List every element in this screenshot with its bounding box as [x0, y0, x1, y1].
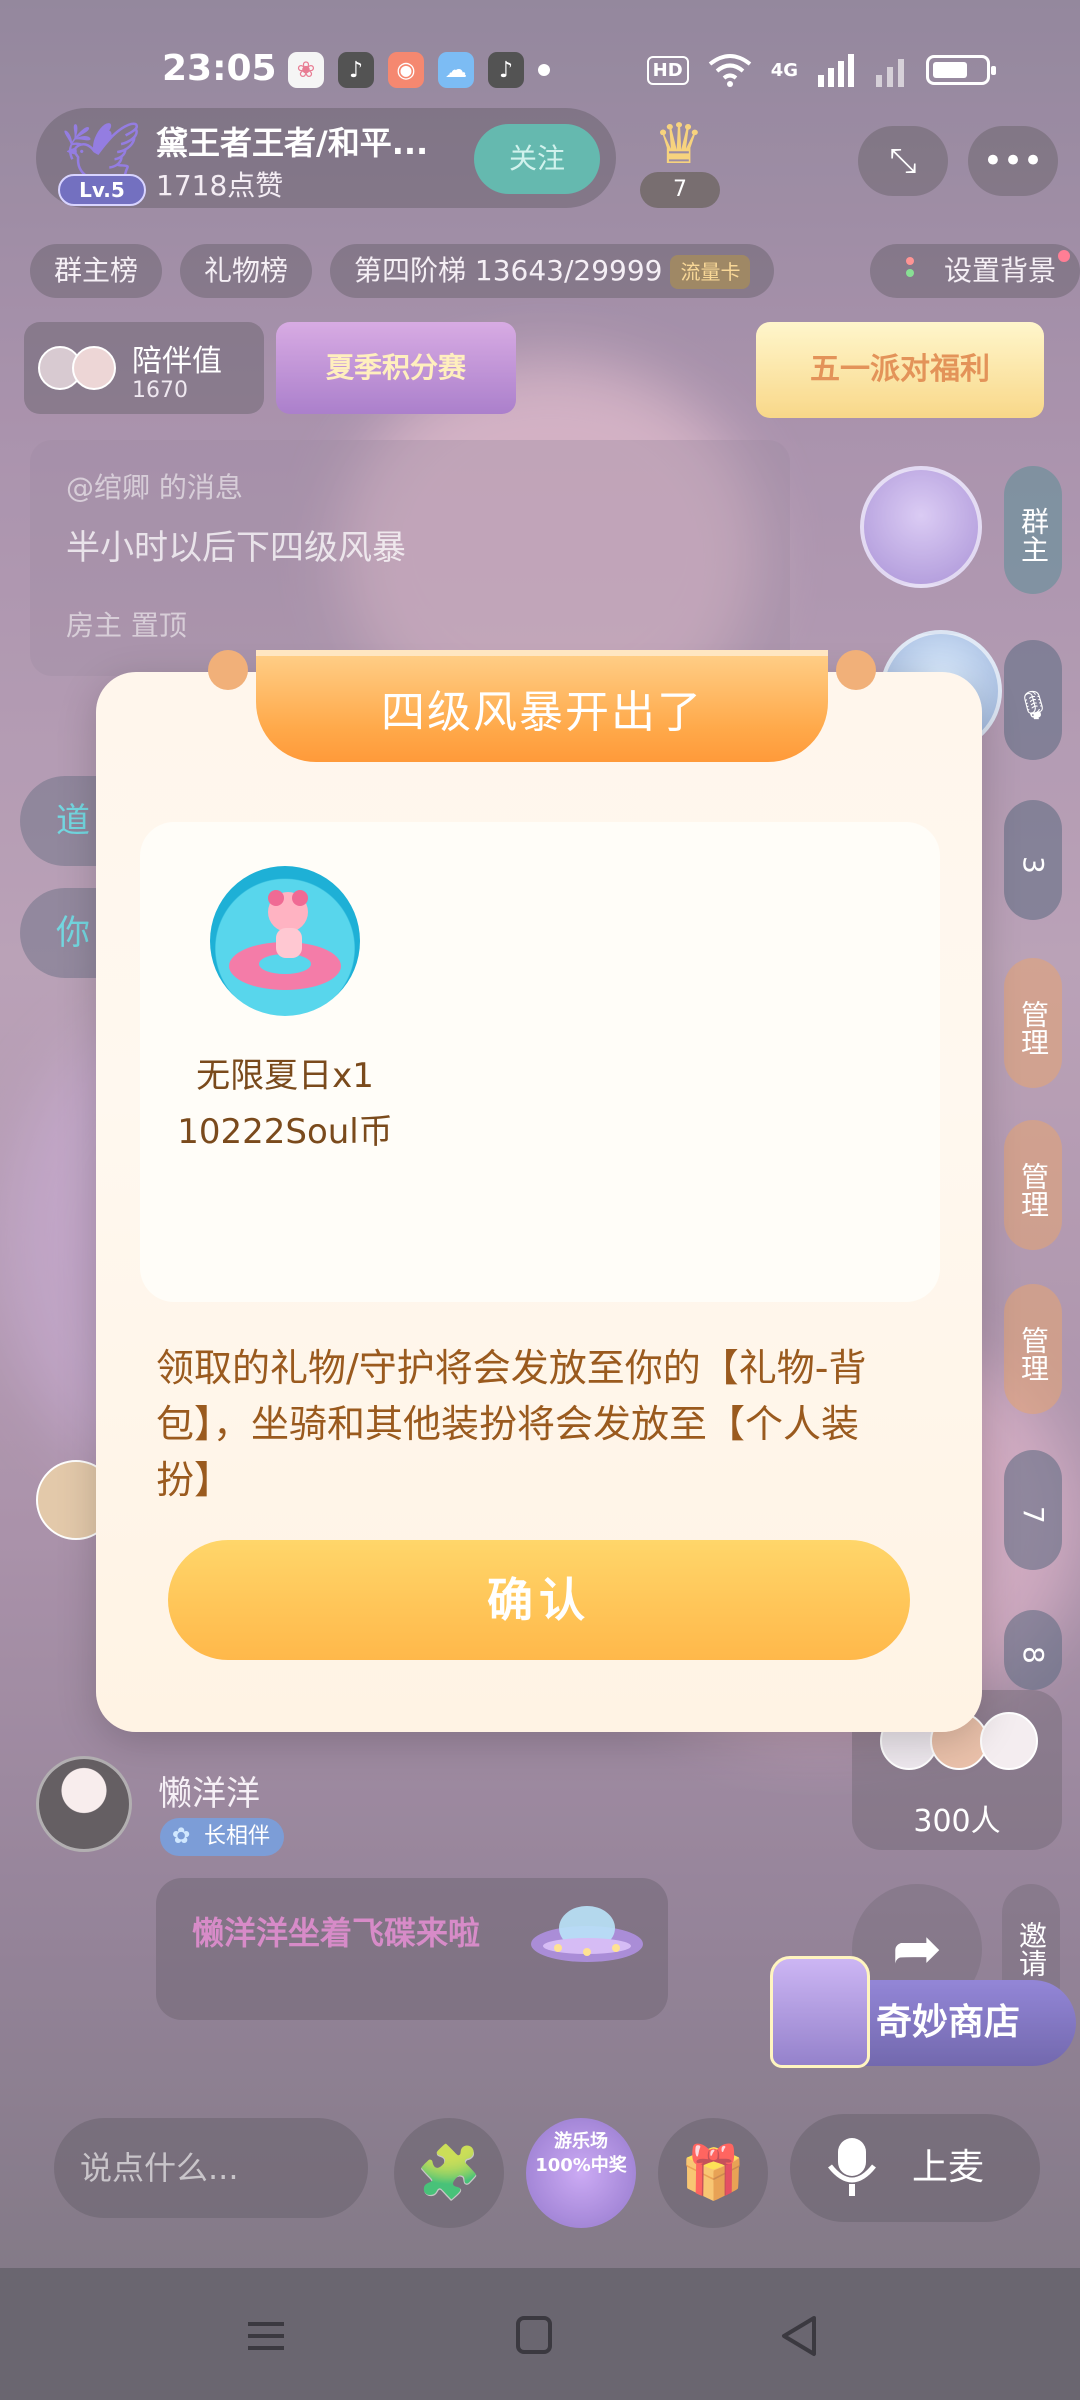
gift-price: 10222Soul币 — [177, 1112, 393, 1152]
confirm-button[interactable]: 确认 — [168, 1540, 910, 1660]
menu-icon[interactable] — [236, 2308, 296, 2364]
dialog-notice: 领取的礼物/守护将会发放至你的【礼物-背包】，坐骑和其他装扮将会发放至【个人装扮… — [156, 1346, 867, 1502]
back-icon[interactable] — [770, 2308, 830, 2364]
gift-image — [210, 866, 360, 1016]
float-ring-icon — [229, 890, 341, 990]
dialog-title: 四级风暴开出了 — [381, 687, 703, 738]
gift-name: 无限夏日x1 — [196, 1056, 374, 1096]
home-icon[interactable] — [504, 2308, 564, 2364]
